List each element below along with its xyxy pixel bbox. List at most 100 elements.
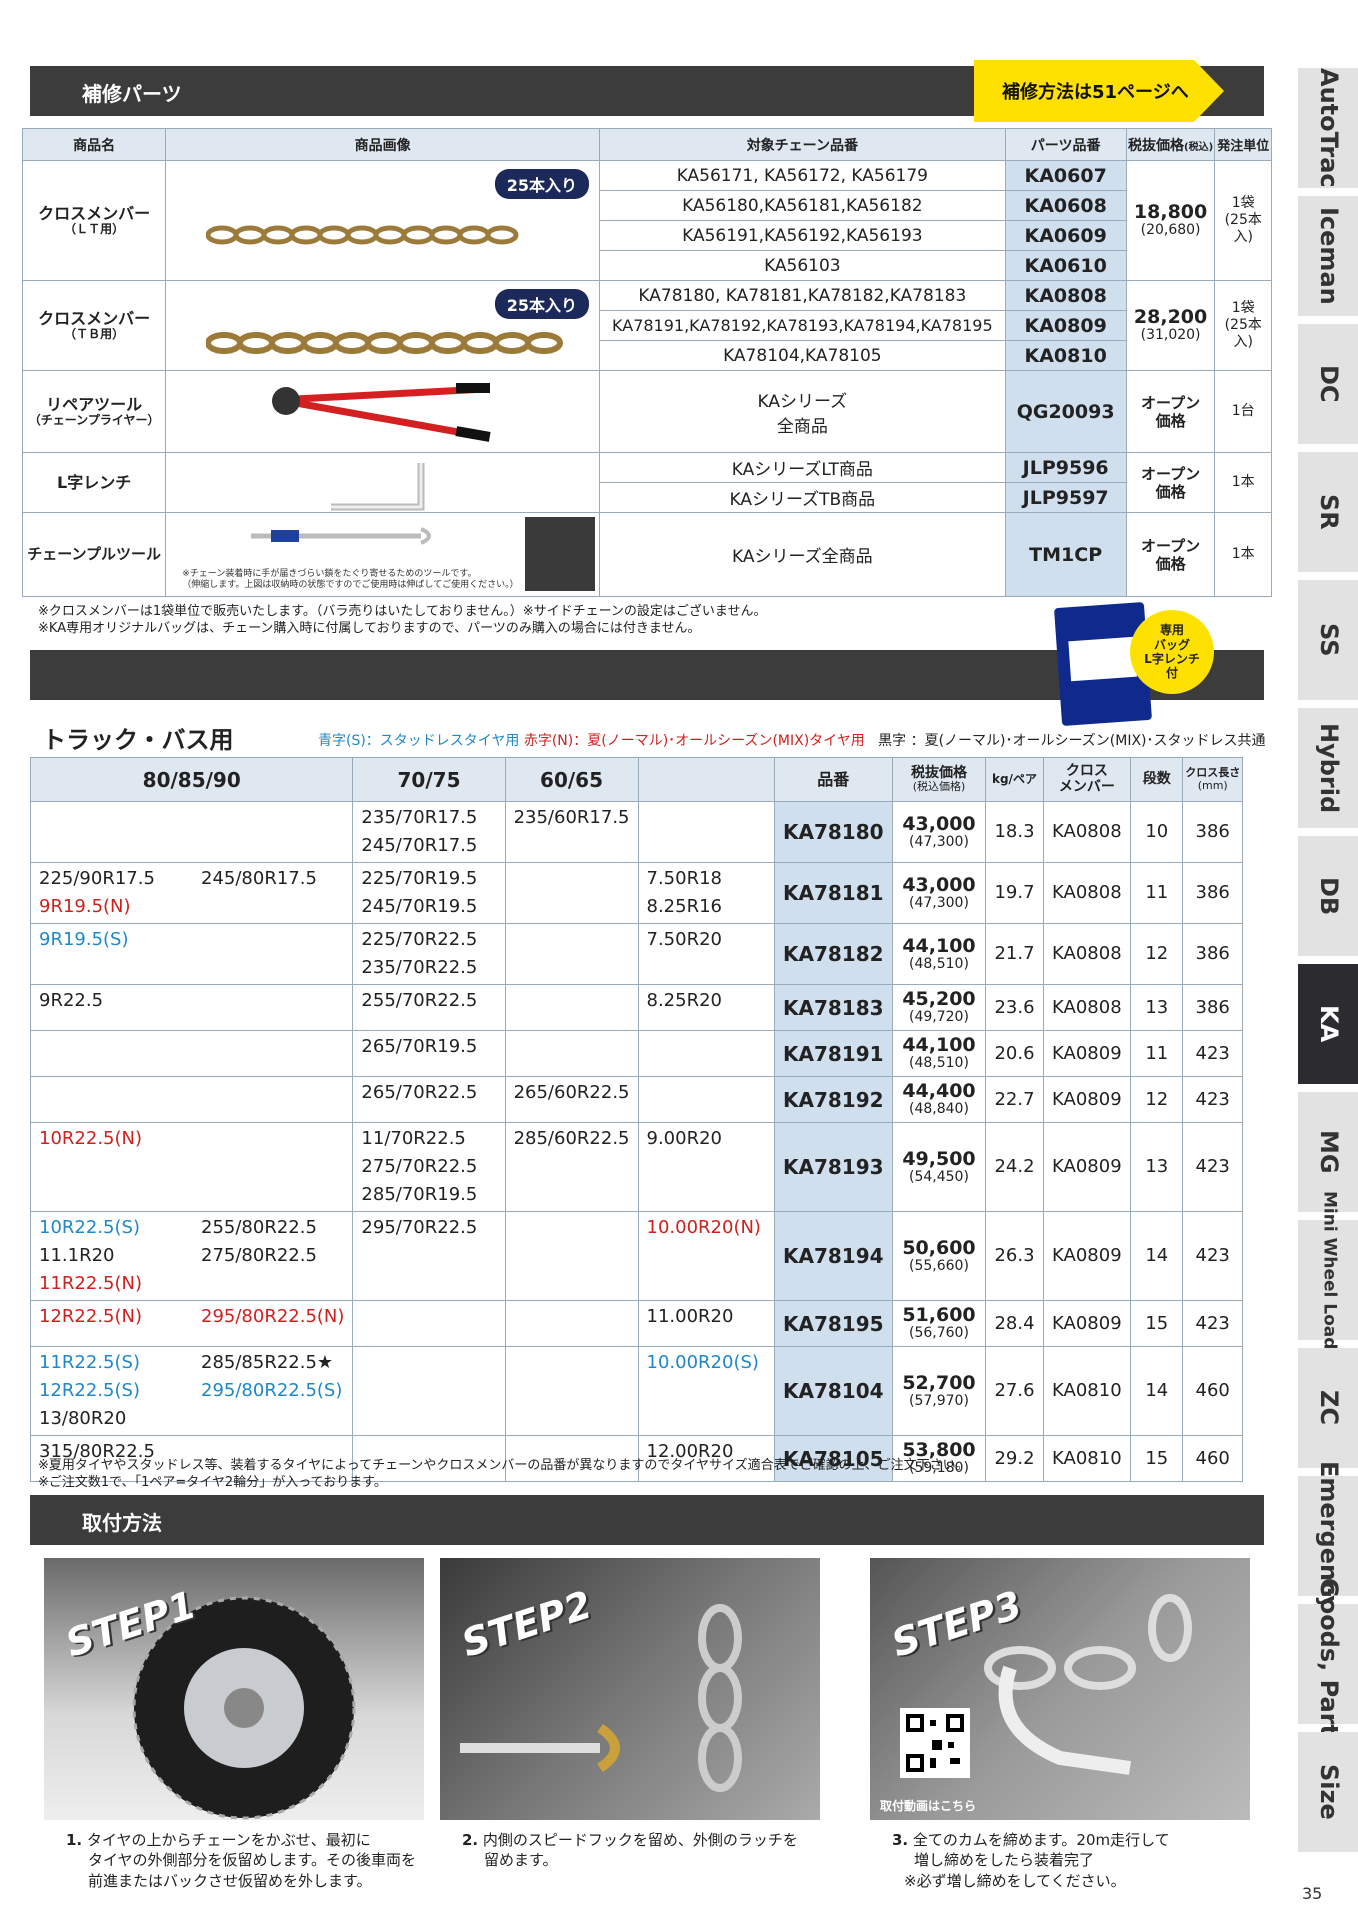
size-cell-c3 [504, 1030, 639, 1077]
tire-size: 10R22.5(S) [39, 1217, 140, 1238]
size-cell-c3 [504, 862, 639, 924]
tire-size: 7.50R20 [646, 929, 723, 950]
product-code-cell: KA78192 [773, 1076, 893, 1123]
tire-size: 275/80R22.5 [201, 1245, 317, 1266]
size-cell-other: 7.50R18 8.25R16 [637, 862, 775, 924]
size-cell-c2: 295/70R22.5 [352, 1211, 506, 1301]
side-tab-db[interactable]: DB [1298, 836, 1358, 956]
price-cell: 52,700 (57,970) [891, 1346, 987, 1436]
size-cell-80-85-90 [29, 1076, 354, 1123]
price-cell: オープン 価格 [1125, 370, 1216, 453]
qr-code-icon[interactable] [900, 1708, 970, 1778]
note-line: ※夏用タイヤやスタッドレス等、装着するタイヤによってチェーンやクロスメンバーの品… [38, 1458, 969, 1473]
price-cell: 44,400 (48,840) [891, 1076, 987, 1123]
price-cell: オープン 価格 [1125, 452, 1216, 513]
size-cell-c2: 225/70R19.5 245/70R19.5 [352, 862, 506, 924]
size-cell-80-85-90: 10R22.5(S) 255/80R22.5 11.1R20 275/80R22.5 1… [29, 1211, 354, 1301]
tire-size: 11R22.5(S) [39, 1352, 140, 1373]
side-tab-hybrid[interactable]: Hybrid [1298, 708, 1358, 828]
product-image-l-wrench [165, 452, 601, 513]
cross-member-cell: KA0810 [1042, 1346, 1132, 1436]
part-code-cell: KA0609 [1004, 220, 1127, 251]
tire-size: 235/70R22.5 [361, 957, 478, 978]
product-image-chain-pliers [165, 370, 601, 453]
size-cell-other: 9.00R20 [637, 1122, 775, 1212]
part-code-cell: KA0809 [1004, 310, 1127, 341]
product-code-cell: KA78180 [773, 801, 893, 863]
side-tab-label: DC [1315, 365, 1343, 403]
size-cell-c3: 235/60R17.5 [504, 801, 639, 863]
product-image-chain-pull-tool: ※チェーン装着時に手が届きづらい鎖をたぐり寄せるためのツールです。 （伸縮します。… [165, 512, 601, 597]
side-tab-label: Size [1315, 1764, 1343, 1820]
note-line: ※KA専用オリジナルバッグは、チェーン購入時に付属しておりますので、パーツのみ購… [38, 620, 701, 636]
part-code-cell: KA0607 [1004, 160, 1127, 191]
truck-notes: ※夏用タイヤやスタッドレス等、装着するタイヤによってチェーンやクロスメンバーの品… [38, 1458, 969, 1492]
side-tab-zc[interactable]: ZC [1298, 1348, 1358, 1468]
side-tab-iceman[interactable]: Iceman [1298, 196, 1358, 316]
size-cell-other: 7.50R20 [637, 923, 775, 985]
steps-cell: 11 [1130, 1030, 1184, 1077]
cross-member-cell: KA0808 [1042, 862, 1132, 924]
cross-length-cell: 460 [1182, 1346, 1243, 1436]
repair-parts-header: 補修パーツ 補修方法は51ページへ [30, 60, 1264, 122]
size-cell-c2: 265/70R22.5 [352, 1076, 506, 1123]
header-kg: kg/ペア [985, 757, 1044, 802]
l-wrench-icon [331, 463, 425, 511]
part-code-cell: QG20093 [1004, 370, 1127, 453]
tire-size: 245/70R19.5 [361, 896, 478, 917]
step2-photo: STEP2 [440, 1558, 820, 1820]
side-tab-ka[interactable]: KA [1298, 964, 1358, 1084]
target-chain-cell: KA78180, KA78181,KA78182,KA78183 [599, 280, 1006, 311]
side-tab-ss[interactable]: SS [1298, 580, 1358, 700]
tire-size: 8.25R20 [646, 990, 723, 1011]
step3-text: 3. 全てのカムを締めます。20m走行して 増し締めをしたら装着完了 ※必ず増し… [892, 1831, 1170, 1890]
weight-cell: 26.3 [985, 1211, 1044, 1301]
tire-size: 12R22.5(S) [39, 1380, 140, 1401]
side-tab-label: Goods, Parts [1315, 1577, 1343, 1751]
install-method-header: 取付方法 [30, 1495, 1264, 1545]
steps-cell: 14 [1130, 1346, 1184, 1436]
part-code-cell: JLP9597 [1004, 482, 1127, 513]
part-code-cell: KA0608 [1004, 190, 1127, 221]
side-tab-size[interactable]: Size [1298, 1732, 1358, 1852]
target-chain-cell: KA56171, KA56172, KA56179 [599, 160, 1006, 191]
product-name-cell: L字レンチ [21, 452, 167, 513]
side-tab-sr[interactable]: SR [1298, 452, 1358, 572]
product-image-tb-cross-member: 25本入り [165, 280, 601, 371]
price-cell: 43,000 (47,300) [891, 801, 987, 863]
cross-length-cell: 386 [1182, 984, 1243, 1031]
part-code-cell: KA0610 [1004, 250, 1127, 281]
tire-size: 275/70R22.5 [361, 1156, 478, 1177]
tire-size: 285/60R22.5 [513, 1128, 630, 1149]
price-cell: 28,200 (31,020) [1125, 280, 1216, 371]
size-cell-80-85-90: 10R22.5(N) [29, 1122, 354, 1212]
pack-badge: 25本入り [494, 289, 590, 319]
size-cell-other [637, 801, 775, 863]
side-tab-label: MG [1315, 1130, 1343, 1174]
cross-length-cell: 423 [1182, 1122, 1243, 1212]
weight-cell: 28.4 [985, 1300, 1044, 1347]
table-row: クロスメンバー （ＴＢ用） 25本入り KA78180, KA78181,KA78… [21, 280, 1272, 371]
weight-cell: 24.2 [985, 1122, 1044, 1212]
price-cell: 51,600 (56,760) [891, 1300, 987, 1347]
side-tab-label: Hybrid [1315, 722, 1343, 814]
table-row: 225/90R17.5 245/80R17.5 9R19.5(N) 225/70R19… [29, 862, 1243, 924]
table-row: 265/70R22.5 265/60R22.5 KA78192 44,400 (48,8… [29, 1076, 1243, 1123]
side-tab-autotrac[interactable]: AutoTrac [1298, 68, 1358, 188]
target-chain-cell: KAシリーズ全商品 [599, 512, 1006, 597]
size-cell-c3 [504, 984, 639, 1031]
side-tab-mini-wheel-loader[interactable]: Mini Wheel Loader [1298, 1191, 1358, 1369]
parts-header-row: 商品名 商品画像 対象チェーン品番 パーツ品番 税抜価格(税込) 発注単位 [21, 128, 1272, 161]
size-cell-c2: 235/70R17.5 245/70R17.5 [352, 801, 506, 863]
tire-size: 265/70R19.5 [361, 1036, 478, 1057]
repair-method-link[interactable]: 補修方法は51ページへ [974, 60, 1224, 122]
table-row: クロスメンバー （ＬＴ用） 25本入り KA56171, KA56172, KA5… [21, 160, 1272, 281]
header-cross-member: クロス メンバー [1042, 757, 1132, 802]
part-code-cell: JLP9596 [1004, 452, 1127, 483]
side-tab-goods-parts[interactable]: Goods, Parts [1298, 1578, 1358, 1750]
product-code-cell: KA78104 [773, 1346, 893, 1436]
side-tab-dc[interactable]: DC [1298, 324, 1358, 444]
steps-cell: 15 [1130, 1300, 1184, 1347]
tire-size: 255/80R22.5 [201, 1217, 317, 1238]
price-cell: 18,800 (20,680) [1125, 160, 1216, 281]
